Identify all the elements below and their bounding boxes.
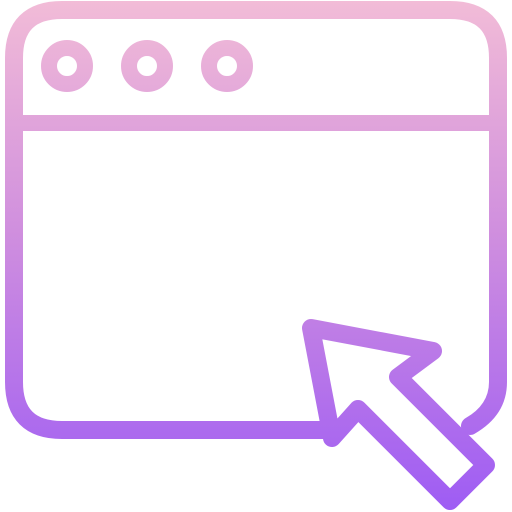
browser-window-with-cursor-icon <box>5 1 507 510</box>
arrow-cursor-icon <box>302 319 495 510</box>
browser-cursor-icon-container <box>0 0 512 512</box>
window-control-dot-2 <box>121 40 173 92</box>
window-control-dot-1 <box>41 40 93 92</box>
window-control-dot-3 <box>201 40 253 92</box>
